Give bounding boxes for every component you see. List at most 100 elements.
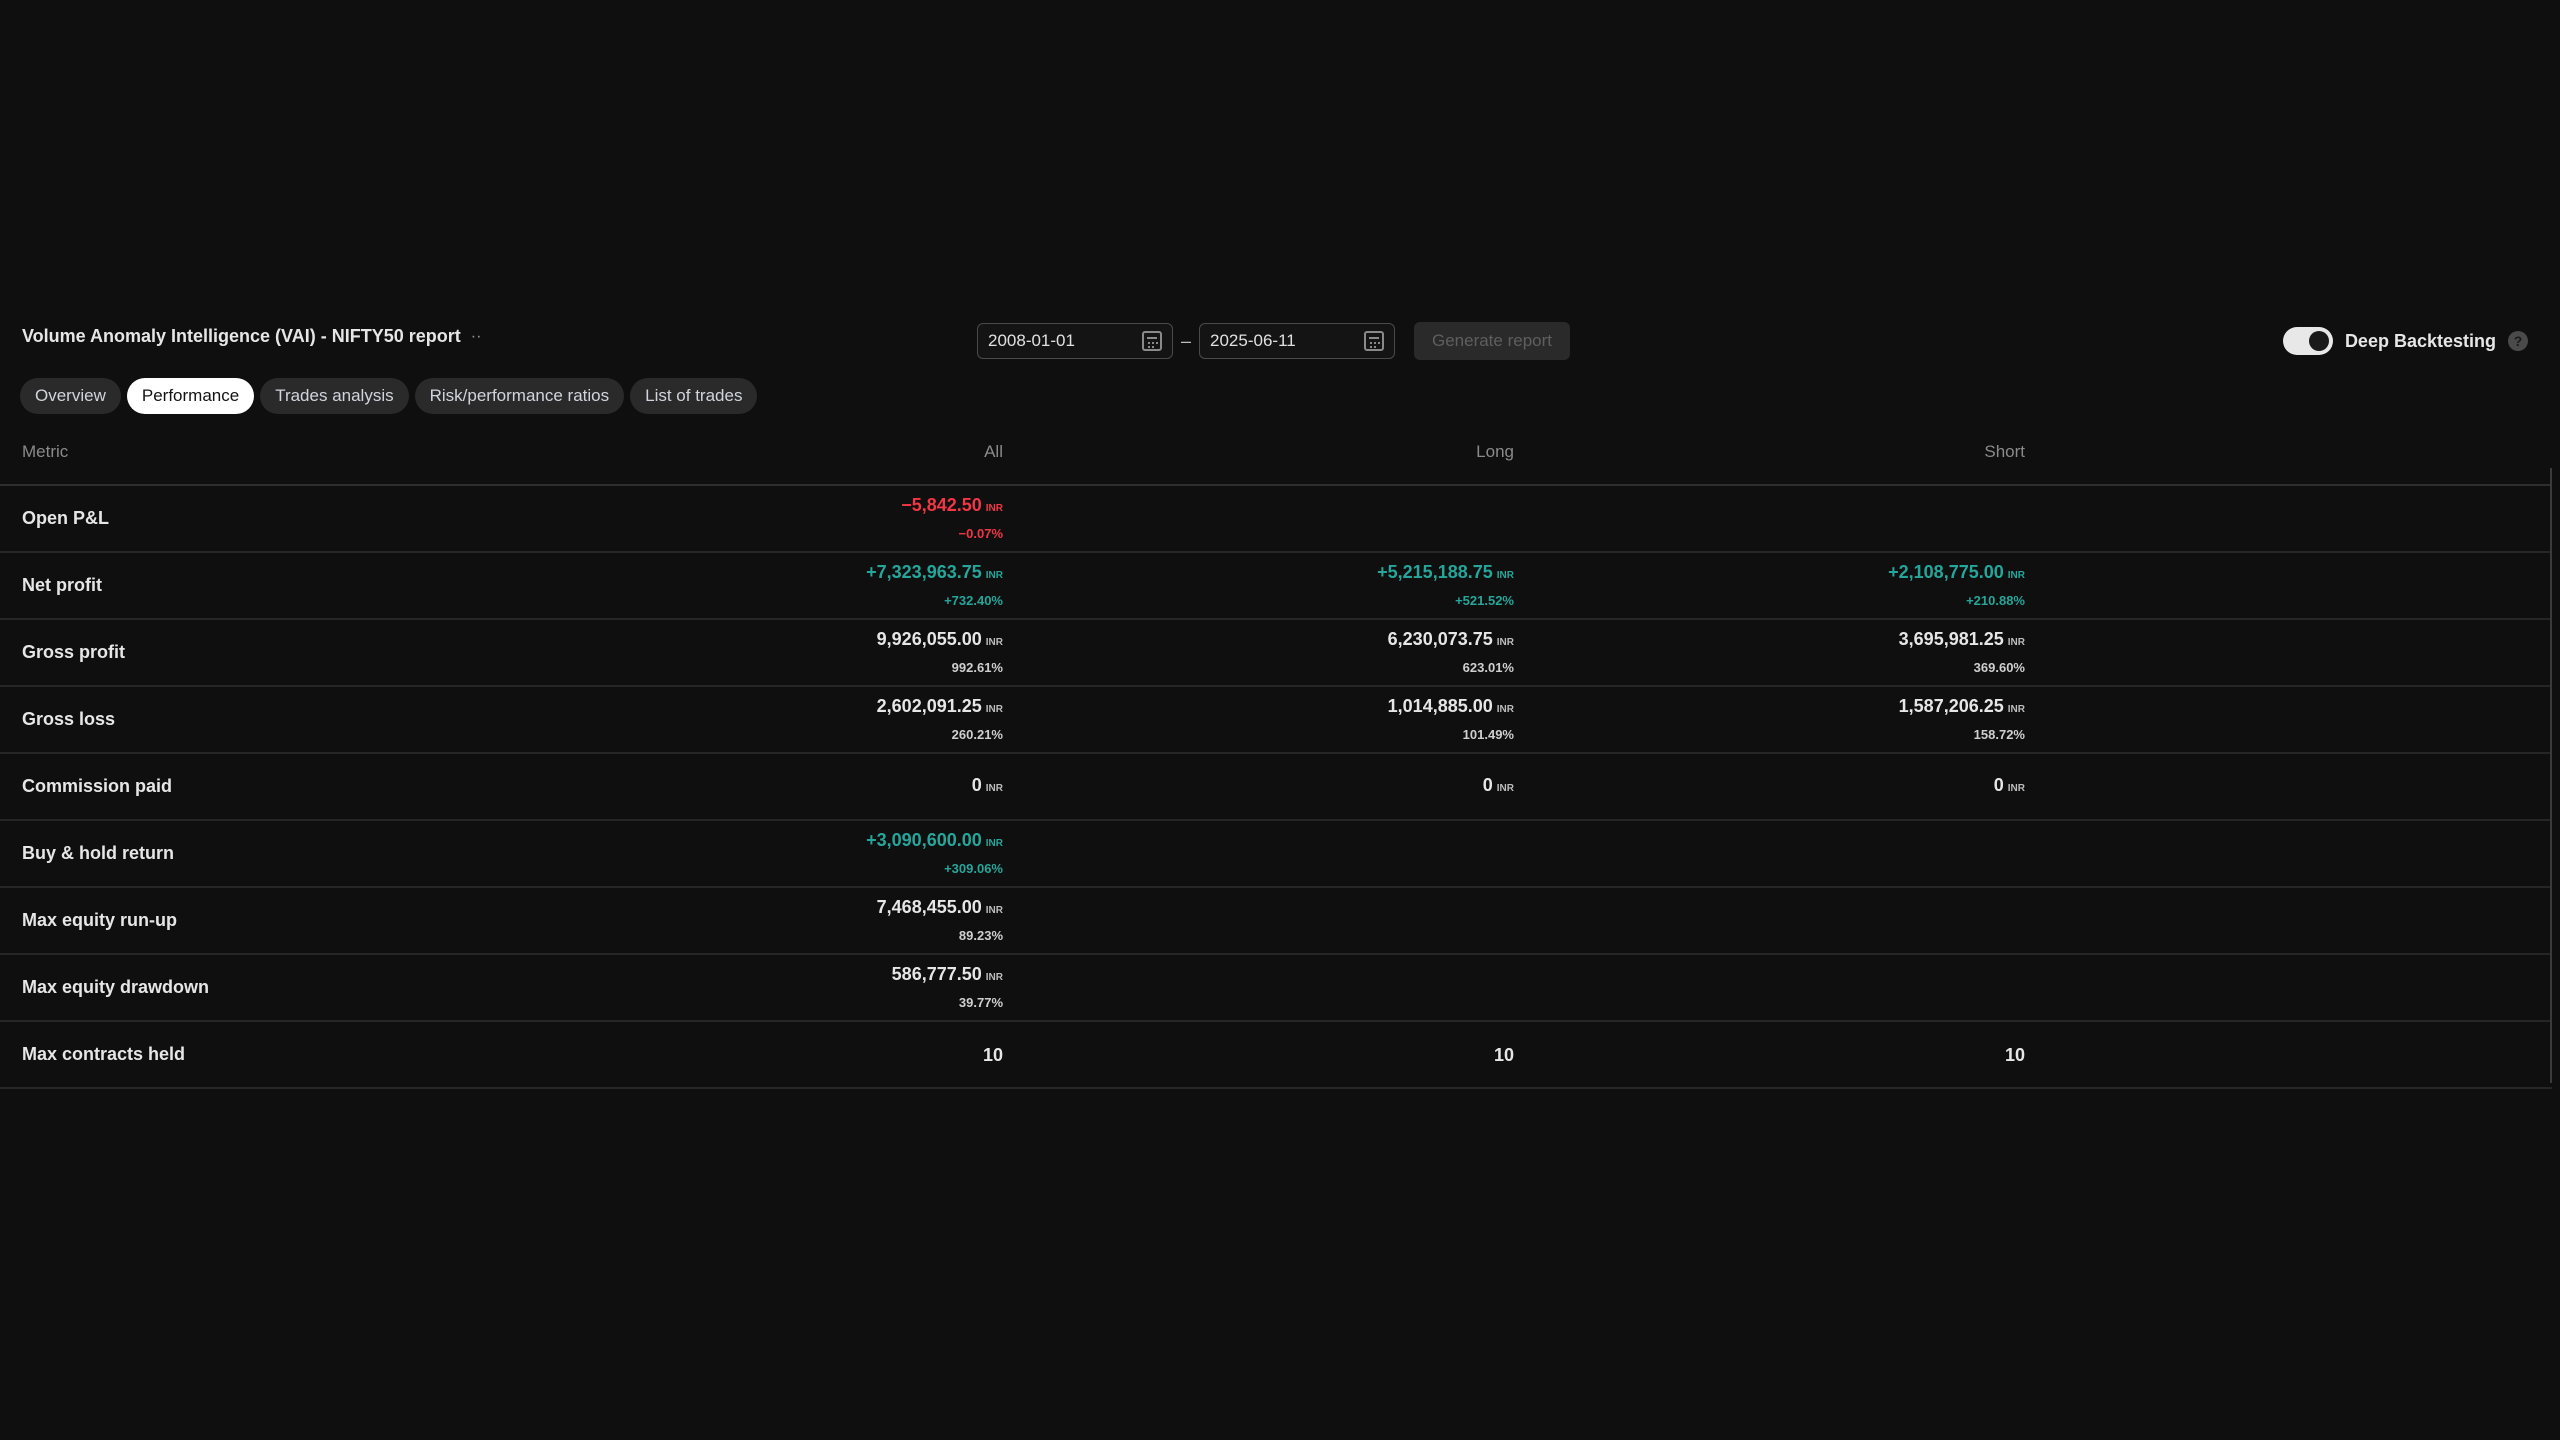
header-short: Short [1984, 442, 2025, 461]
value-text: 0 [971, 774, 982, 795]
strategy-report: Volume Anomaly Intelligence (VAI) - NIFT… [0, 0, 2560, 1440]
metric-label: Max equity run-up [22, 910, 178, 930]
performance-table: Metric All Long Short Open P&L −5,842.50 I… [0, 428, 2552, 1089]
metric-label: Net profit [22, 575, 102, 595]
currency-label: INR [985, 503, 1003, 514]
table-row: Commission paid 0 INR 0 INR 0 INR [0, 754, 2552, 821]
cell-all: 7,468,455.00 INR 89.23% [877, 888, 1003, 953]
value-text: 0 [1482, 774, 1493, 795]
currency-label: INR [2007, 637, 2025, 648]
metric-label: Max contracts held [22, 1044, 186, 1064]
table-body: Open P&L −5,842.50 INR −0.07% Net profit +7,3… [0, 486, 2552, 1089]
cell-value: 1,587,206.25 INR [1899, 694, 2025, 722]
value-text: 10 [2004, 1044, 2025, 1065]
help-icon[interactable]: ? [2508, 331, 2528, 351]
currency-label: INR [2007, 704, 2025, 715]
header-all: All [984, 442, 1003, 461]
cell-percent: 623.01% [1462, 660, 1514, 675]
currency-label: INR [985, 637, 1003, 648]
deep-backtesting-toggle[interactable] [2282, 327, 2333, 355]
cell-value: 6,230,073.75 INR [1388, 627, 1514, 655]
table-row: Buy & hold return +3,090,600.00 INR +309.06… [0, 821, 2552, 888]
value-text: 0 [1993, 774, 2004, 795]
end-date-field[interactable]: 2025-06-11 [1199, 323, 1396, 359]
cell-value: −5,842.50 INR [901, 493, 1003, 521]
calendar-icon[interactable] [1364, 331, 1385, 351]
cell-all: 10 [983, 1022, 1003, 1087]
end-date-value: 2025-06-11 [1210, 331, 1296, 350]
value-text: +7,323,963.75 [866, 562, 982, 582]
date-separator: – [1181, 330, 1192, 351]
cell-value: +2,108,775.00 INR [1888, 560, 2025, 588]
cell-value: 3,695,981.25 INR [1899, 627, 2025, 655]
cell-percent: 369.60% [1973, 660, 2025, 675]
cell-value: +5,215,188.75 INR [1377, 560, 1514, 588]
cell-value: 0 INR [1994, 773, 2025, 801]
table-row: Gross loss 2,602,091.25 INR 260.21% 1,014,88… [0, 687, 2552, 754]
cell-percent: 101.49% [1462, 727, 1514, 742]
currency-label: INR [1496, 704, 1514, 715]
table-row: Max contracts held 10 10 10 [0, 1022, 2552, 1089]
date-range: 2008-01-01 – 2025-06-11 [977, 323, 1396, 359]
cell-value: 0 INR [1483, 773, 1514, 801]
value-text: 2,602,091.25 [876, 696, 982, 716]
tab-risk-performance-ratios[interactable]: Risk/performance ratios [414, 378, 625, 414]
value-text: 3,695,981.25 [1898, 629, 2004, 649]
currency-label: INR [985, 704, 1003, 715]
cell-percent: +732.40% [944, 593, 1003, 608]
cell-percent: +210.88% [1966, 593, 2025, 608]
cell-value: 1,014,885.00 INR [1388, 694, 1514, 722]
report-tabs: Overview Performance Trades analysis Risk/p… [20, 378, 758, 414]
value-text: 6,230,073.75 [1387, 629, 1493, 649]
metric-label: Max equity drawdown [22, 977, 210, 997]
cell-all: 0 INR [972, 754, 1003, 819]
cell-short: +2,108,775.00 INR +210.88% [1888, 553, 2025, 618]
value-text: +3,090,600.00 [866, 830, 982, 850]
more-options-icon[interactable]: ·· [471, 328, 482, 346]
cell-value: 10 [983, 1043, 1003, 1067]
currency-label: INR [985, 905, 1003, 916]
value-text: +2,108,775.00 [1888, 562, 2004, 582]
cell-long: 6,230,073.75 INR 623.01% [1388, 620, 1514, 685]
table-row: Open P&L −5,842.50 INR −0.07% [0, 486, 2552, 553]
cell-short: 1,587,206.25 INR 158.72% [1899, 687, 2025, 752]
metric-label: Buy & hold return [22, 843, 174, 863]
metric-label: Gross loss [22, 709, 116, 729]
value-text: +5,215,188.75 [1377, 562, 1493, 582]
table-row: Max equity drawdown 586,777.50 INR 39.77% [0, 955, 2552, 1022]
calendar-icon[interactable] [1142, 331, 1162, 351]
table-header: Metric All Long Short [0, 428, 2552, 486]
cell-short: 0 INR [1994, 754, 2025, 819]
currency-label: INR [985, 782, 1003, 794]
toggle-knob [2308, 331, 2329, 351]
cell-all: 2,602,091.25 INR 260.21% [877, 687, 1003, 752]
tab-overview[interactable]: Overview [20, 378, 121, 414]
scrollbar[interactable] [2550, 468, 2552, 1083]
cell-value: 7,468,455.00 INR [877, 895, 1003, 923]
table-row: Gross profit 9,926,055.00 INR 992.61% 6,230,… [0, 620, 2552, 687]
cell-long: +5,215,188.75 INR +521.52% [1377, 553, 1514, 618]
currency-label: INR [2007, 570, 2025, 581]
currency-label: INR [1496, 782, 1514, 794]
table-row: Max equity run-up 7,468,455.00 INR 89.23% [0, 888, 2552, 955]
cell-percent: −0.07% [958, 526, 1003, 541]
cell-long: 1,014,885.00 INR 101.49% [1388, 687, 1514, 752]
table-row: Net profit +7,323,963.75 INR +732.40% +5,215… [0, 553, 2552, 620]
currency-label: INR [1496, 570, 1514, 581]
value-text: −5,842.50 [901, 495, 982, 515]
tab-trades-analysis[interactable]: Trades analysis [260, 378, 409, 414]
tab-list-of-trades[interactable]: List of trades [630, 378, 758, 414]
start-date-field[interactable]: 2008-01-01 [977, 323, 1173, 359]
generate-report-button[interactable]: Generate report [1414, 322, 1570, 360]
metric-label: Commission paid [22, 776, 173, 796]
cell-all: +7,323,963.75 INR +732.40% [866, 553, 1003, 618]
report-title: Volume Anomaly Intelligence (VAI) - NIFT… [22, 326, 481, 347]
tab-performance[interactable]: Performance [126, 378, 255, 414]
metric-label: Open P&L [22, 508, 110, 528]
header-metric: Metric [22, 442, 69, 461]
cell-value: 2,602,091.25 INR [877, 694, 1003, 722]
cell-percent: 39.77% [958, 995, 1003, 1010]
cell-long: 10 [1494, 1022, 1514, 1087]
cell-value: 586,777.50 INR [892, 962, 1003, 990]
currency-label: INR [1496, 637, 1514, 648]
